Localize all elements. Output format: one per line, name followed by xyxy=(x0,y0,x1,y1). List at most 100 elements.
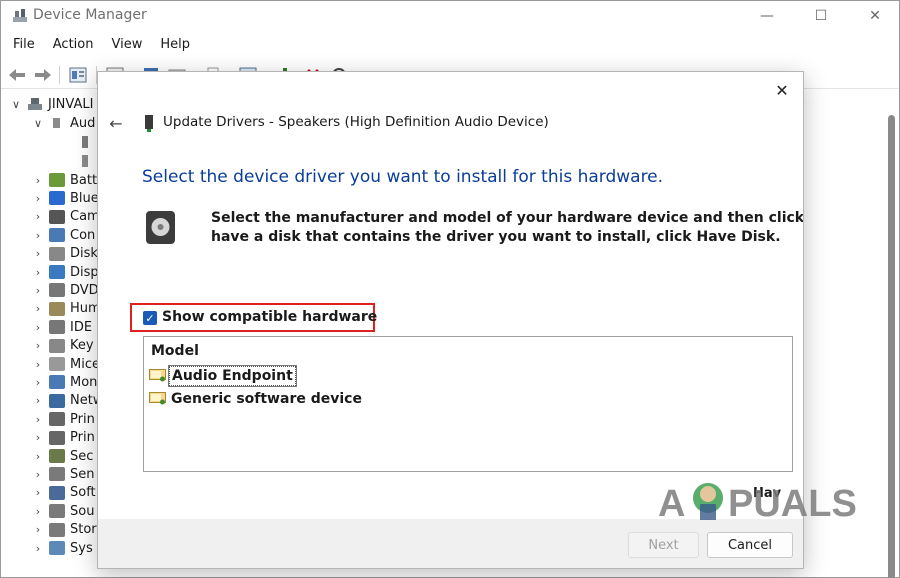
tree-category[interactable]: › Key xyxy=(31,337,94,355)
tree-category[interactable]: › Disk xyxy=(31,245,98,263)
chevron-right-icon[interactable]: › xyxy=(31,266,45,279)
close-button[interactable]: ✕ xyxy=(852,1,898,31)
model-item-audio-endpoint[interactable]: Audio Endpoint xyxy=(149,364,297,387)
chevron-right-icon[interactable]: › xyxy=(31,210,45,223)
model-item-generic-software-device[interactable]: Generic software device xyxy=(149,388,364,409)
tree-category-label: IDE xyxy=(70,319,93,335)
tree-category[interactable]: › Sou xyxy=(31,502,95,520)
device-category-icon xyxy=(49,246,65,261)
model-column-header: Model xyxy=(151,343,199,359)
dialog-title: Update Drivers - Speakers (High Definiti… xyxy=(163,114,549,130)
chevron-right-icon[interactable]: › xyxy=(31,468,45,481)
title-bar[interactable]: Device Manager — ☐ ✕ xyxy=(1,1,899,31)
device-category-icon xyxy=(49,375,65,390)
menu-view[interactable]: View xyxy=(99,35,148,57)
tree-category-label: Sec xyxy=(70,448,94,464)
tree-category-label: Prin xyxy=(70,411,95,427)
tree-category[interactable]: › Cam xyxy=(31,208,100,226)
model-list[interactable]: Model Audio Endpoint Generic software de… xyxy=(143,336,793,472)
menu-action[interactable]: Action xyxy=(41,35,100,57)
tree-category[interactable]: › DVD xyxy=(31,281,99,299)
device-category-icon xyxy=(49,173,65,187)
tree-category[interactable]: › Prin xyxy=(31,410,95,428)
tree-category[interactable]: › Sen xyxy=(31,465,95,483)
device-category-icon xyxy=(49,467,65,482)
tree-category[interactable]: › Prin xyxy=(31,429,95,447)
tree-category-label: Sen xyxy=(70,466,95,482)
device-category-icon xyxy=(49,412,65,427)
device-category-icon xyxy=(49,301,65,316)
tree-child-device[interactable] xyxy=(73,133,98,151)
device-category-icon xyxy=(49,541,65,555)
chevron-right-icon[interactable]: › xyxy=(31,192,45,205)
back-icon[interactable] xyxy=(7,66,27,84)
tree-category-label: Mice xyxy=(70,356,100,372)
tree-category-label: Prin xyxy=(70,430,95,446)
speaker-icon xyxy=(82,155,88,167)
chevron-right-icon[interactable]: › xyxy=(31,321,45,334)
tree-category[interactable]: › Con xyxy=(31,226,95,244)
tree-category[interactable]: › Mice xyxy=(31,355,100,373)
device-category-icon xyxy=(49,228,65,243)
chevron-right-icon[interactable]: › xyxy=(31,339,45,352)
tree-category[interactable]: › Batt xyxy=(31,171,97,189)
properties-icon[interactable] xyxy=(68,66,88,84)
chevron-down-icon[interactable]: ∨ xyxy=(9,98,23,111)
maximize-button[interactable]: ☐ xyxy=(798,1,844,31)
menu-help[interactable]: Help xyxy=(148,35,196,57)
device-category-icon xyxy=(49,265,65,279)
chevron-right-icon[interactable]: › xyxy=(31,450,45,463)
next-button[interactable]: Next xyxy=(628,532,699,558)
chevron-right-icon[interactable]: › xyxy=(31,505,45,518)
tree-root[interactable]: ∨ JINVALI xyxy=(9,95,93,113)
device-category-icon xyxy=(49,522,65,537)
chevron-right-icon[interactable]: › xyxy=(31,284,45,297)
show-compatible-label[interactable]: Show compatible hardware xyxy=(162,309,377,325)
tree-category-audio[interactable]: ∨ Aud xyxy=(31,114,95,132)
speaker-device-icon xyxy=(145,115,153,132)
tree-category-label: Mon xyxy=(70,374,98,390)
forward-icon[interactable] xyxy=(33,66,53,84)
tree-category[interactable]: › Sec xyxy=(31,447,94,465)
chevron-right-icon[interactable]: › xyxy=(31,542,45,555)
back-arrow-icon[interactable]: ← xyxy=(107,114,125,133)
chevron-right-icon[interactable]: › xyxy=(31,523,45,536)
tree-category[interactable]: › Sys xyxy=(31,539,93,557)
tree-category[interactable]: › Soft xyxy=(31,484,96,502)
chevron-right-icon[interactable]: › xyxy=(31,174,45,187)
chevron-right-icon[interactable]: › xyxy=(31,229,45,242)
chevron-right-icon[interactable]: › xyxy=(31,376,45,389)
vertical-scrollbar[interactable] xyxy=(886,93,896,578)
tree-root-label: JINVALI xyxy=(48,96,94,112)
chevron-right-icon[interactable]: › xyxy=(31,302,45,315)
chevron-right-icon[interactable]: › xyxy=(31,486,45,499)
close-icon[interactable]: ✕ xyxy=(771,80,793,100)
driver-icon xyxy=(149,369,166,382)
chevron-down-icon[interactable]: ∨ xyxy=(31,117,45,130)
tree-category[interactable]: › Netw xyxy=(31,392,104,410)
scrollbar-thumb[interactable] xyxy=(888,115,895,578)
chevron-right-icon[interactable]: › xyxy=(31,358,45,371)
tree-category-label: Aud xyxy=(70,115,96,131)
show-compatible-checkbox[interactable]: ✓ xyxy=(143,311,157,325)
device-category-icon xyxy=(49,357,65,371)
device-manager-app-icon xyxy=(13,9,27,22)
chevron-right-icon[interactable]: › xyxy=(31,431,45,444)
menu-file[interactable]: File xyxy=(1,35,41,57)
cancel-button[interactable]: Cancel xyxy=(707,532,793,558)
device-tree: ∨ JINVALI ∨ Aud › Batt › Blue › Cam › Con › Disk ›… xyxy=(1,93,111,573)
tree-category[interactable]: › Hum xyxy=(31,300,101,318)
tree-category[interactable]: › IDE xyxy=(31,318,92,336)
device-category-icon xyxy=(49,393,65,408)
chevron-right-icon[interactable]: › xyxy=(31,394,45,407)
tree-category-label: Con xyxy=(70,227,96,243)
tree-category[interactable]: › Disp xyxy=(31,263,99,281)
tree-category-label: Disp xyxy=(70,264,99,280)
tree-category[interactable]: › Stor xyxy=(31,521,97,539)
minimize-button[interactable]: — xyxy=(744,1,790,31)
tree-category[interactable]: › Mon xyxy=(31,373,98,391)
tree-child-device[interactable] xyxy=(73,152,98,170)
tree-category[interactable]: › Blue xyxy=(31,189,99,207)
chevron-right-icon[interactable]: › xyxy=(31,413,45,426)
chevron-right-icon[interactable]: › xyxy=(31,247,45,260)
